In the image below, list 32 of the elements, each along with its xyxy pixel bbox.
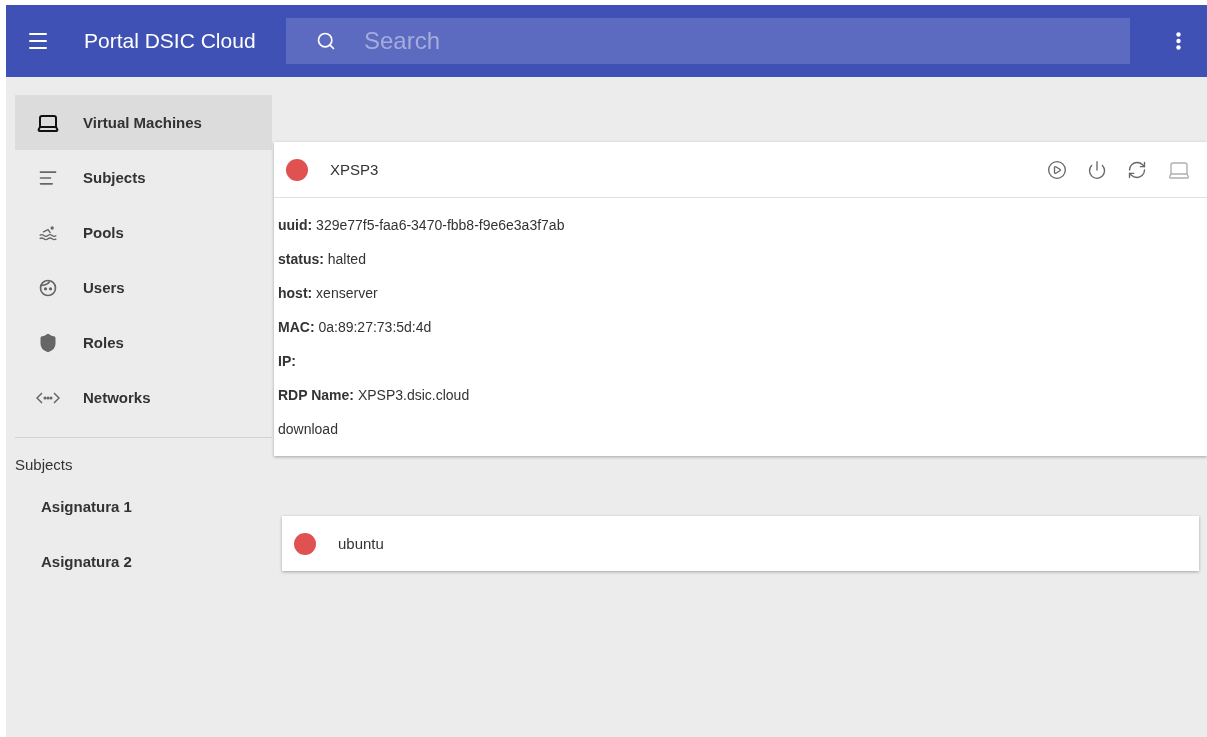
action-button[interactable]	[1127, 159, 1147, 180]
search-field[interactable]: Search	[286, 18, 1130, 64]
nav-item[interactable]: Roles	[15, 315, 272, 370]
detail-text: status: halted	[278, 251, 366, 267]
face-icon	[38, 277, 58, 298]
subject-item[interactable]: Asignatura 1	[15, 479, 132, 534]
power-icon	[1087, 159, 1107, 180]
detail-text: MAC: 0a:89:27:73:5d:4d	[278, 319, 432, 335]
refresh-icon	[1127, 159, 1147, 180]
nav-item[interactable]: Users	[15, 260, 272, 315]
search-icon	[316, 31, 336, 51]
code-dots-icon	[36, 390, 60, 405]
play-icon	[1047, 159, 1067, 180]
app-title: Portal DSIC Cloud	[84, 29, 257, 53]
machine-name: ubuntu	[338, 535, 384, 552]
nav-item[interactable]: Networks	[15, 370, 272, 425]
section-title: Subjects	[15, 456, 74, 473]
nav-item[interactable]: Subjects	[15, 150, 272, 205]
detail-text: uuid: 329e77f5-faa6-3470-fbb8-f9e6e3a3f7ab	[278, 217, 565, 233]
nav-item[interactable]: Pools	[15, 205, 272, 260]
more-icon	[1176, 32, 1181, 50]
detail-text: RDP Name: XPSP3.dsic.cloud	[278, 387, 470, 403]
shield-icon	[38, 332, 58, 353]
subject-item[interactable]: Asignatura 2	[15, 534, 132, 589]
action-button[interactable]	[1047, 159, 1067, 180]
download-link[interactable]: download	[278, 421, 338, 437]
more-button[interactable]	[1176, 32, 1181, 50]
nav-item[interactable]: Virtual Machines	[15, 95, 272, 150]
detail-text: host: xenserver	[278, 285, 378, 301]
machine-name: XPSP3	[330, 161, 379, 178]
action-button[interactable]	[1087, 159, 1107, 180]
detail-text: IP:	[278, 353, 296, 369]
